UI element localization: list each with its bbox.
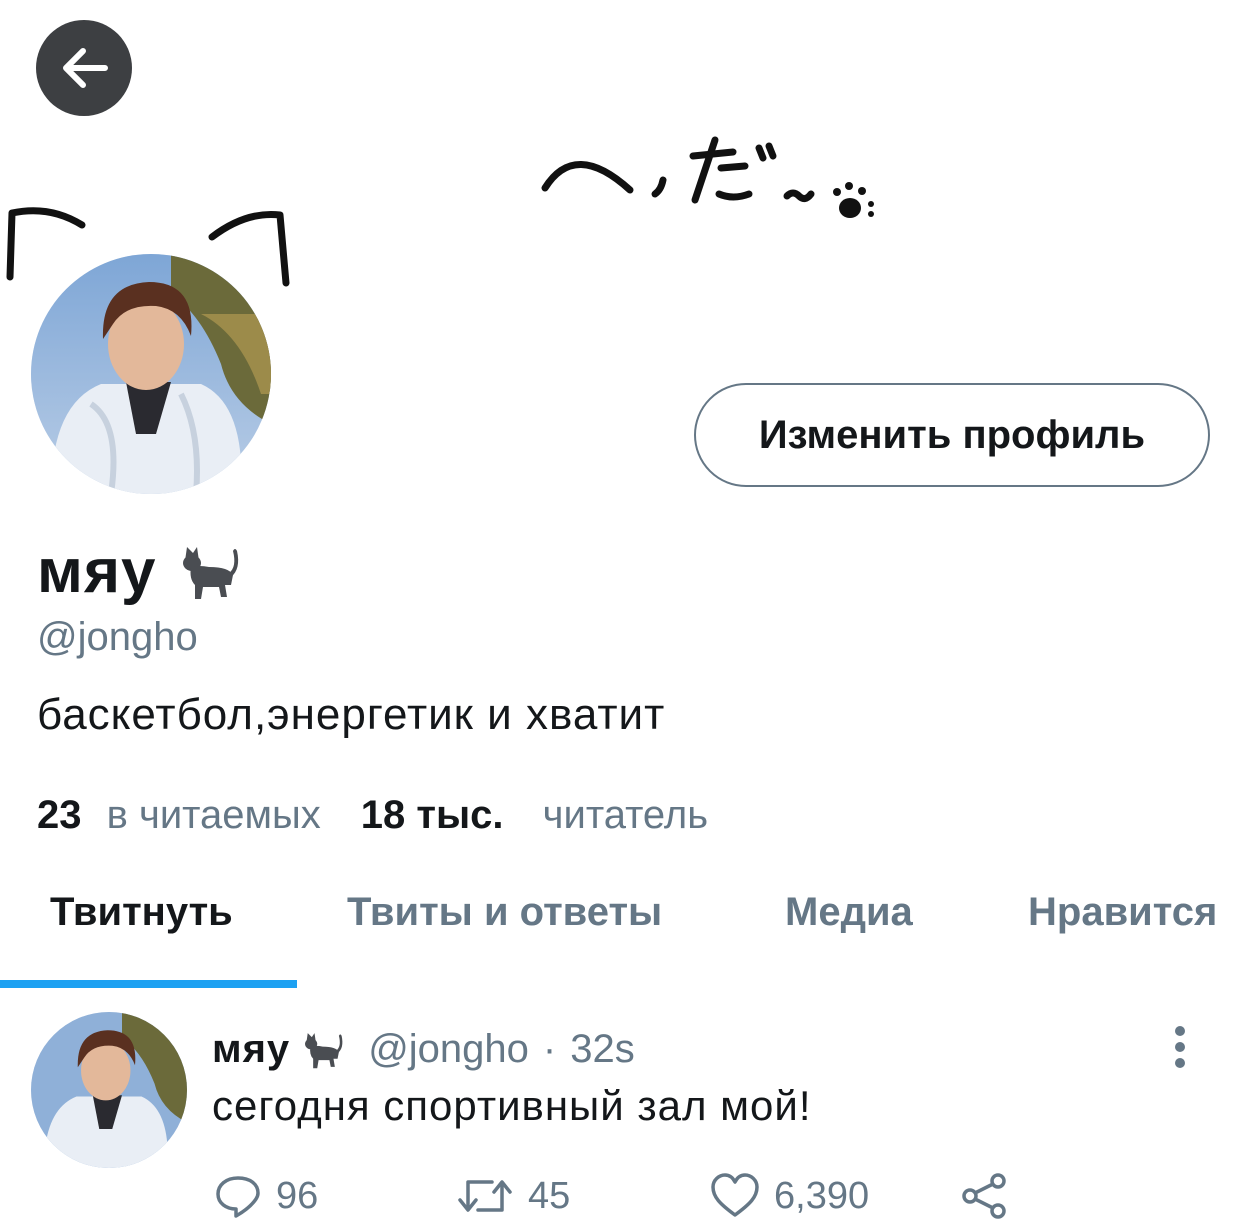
display-name-text: мяу — [37, 537, 157, 606]
tab-media[interactable]: Медиа — [785, 890, 913, 935]
reply-button[interactable]: 96 — [214, 1168, 318, 1224]
retweet-button[interactable]: 45 — [456, 1168, 570, 1224]
share-icon — [962, 1173, 1006, 1219]
edit-profile-button[interactable]: Изменить профиль — [694, 383, 1210, 487]
followers-count: 18 тыс. — [360, 793, 504, 837]
retweet-count: 45 — [528, 1174, 571, 1217]
cat-icon — [182, 546, 238, 599]
heart-icon — [711, 1173, 759, 1217]
like-count: 6,390 — [774, 1174, 870, 1217]
profile-handle: @jongho — [37, 615, 198, 659]
more-options-icon[interactable] — [1162, 1024, 1198, 1070]
cat-icon — [305, 1032, 343, 1068]
avatar-photo — [31, 254, 271, 494]
tweet-avatar[interactable] — [31, 1012, 187, 1168]
profile-bio: баскетбол,энергетик и хватит — [37, 690, 666, 739]
following-count: 23 — [37, 793, 82, 837]
tab-likes[interactable]: Нравится — [1028, 890, 1217, 935]
tweet-time[interactable]: 32s — [570, 1027, 635, 1072]
tab-tweets[interactable]: Твитнуть — [50, 890, 233, 935]
back-button[interactable] — [36, 20, 132, 116]
banner-doodle — [541, 136, 874, 218]
reply-icon — [216, 1176, 260, 1218]
following-stat[interactable]: 23 в читаемых — [37, 793, 321, 838]
tweet-author-handle[interactable]: @jongho — [368, 1027, 529, 1072]
retweet-icon — [458, 1180, 512, 1212]
like-button[interactable]: 6,390 — [710, 1168, 869, 1224]
following-label: в читаемых — [106, 793, 321, 837]
display-name: мяу — [37, 536, 243, 607]
tweet-text: сегодня спортивный зал мой! — [212, 1082, 812, 1129]
reply-count: 96 — [276, 1174, 319, 1217]
profile-tabs: Твитнуть Твиты и ответы Медиа Нравится — [0, 880, 1242, 990]
profile-avatar[interactable] — [31, 254, 271, 494]
tweet-header: мяу @jongho · 32s — [212, 1027, 635, 1072]
followers-label: читатель — [542, 793, 709, 837]
tweet-author-name[interactable]: мяу — [212, 1027, 290, 1072]
tweet-separator: · — [542, 1027, 557, 1071]
active-tab-indicator — [0, 980, 297, 988]
tab-tweets-and-replies[interactable]: Твиты и ответы — [347, 890, 662, 935]
followers-stat[interactable]: 18 тыс. читатель — [361, 793, 708, 838]
profile-stats: 23 в читаемых 18 тыс. читатель — [37, 793, 708, 838]
arrow-left-icon — [63, 48, 108, 88]
share-button[interactable] — [960, 1168, 1010, 1224]
avatar-photo — [31, 1012, 187, 1168]
